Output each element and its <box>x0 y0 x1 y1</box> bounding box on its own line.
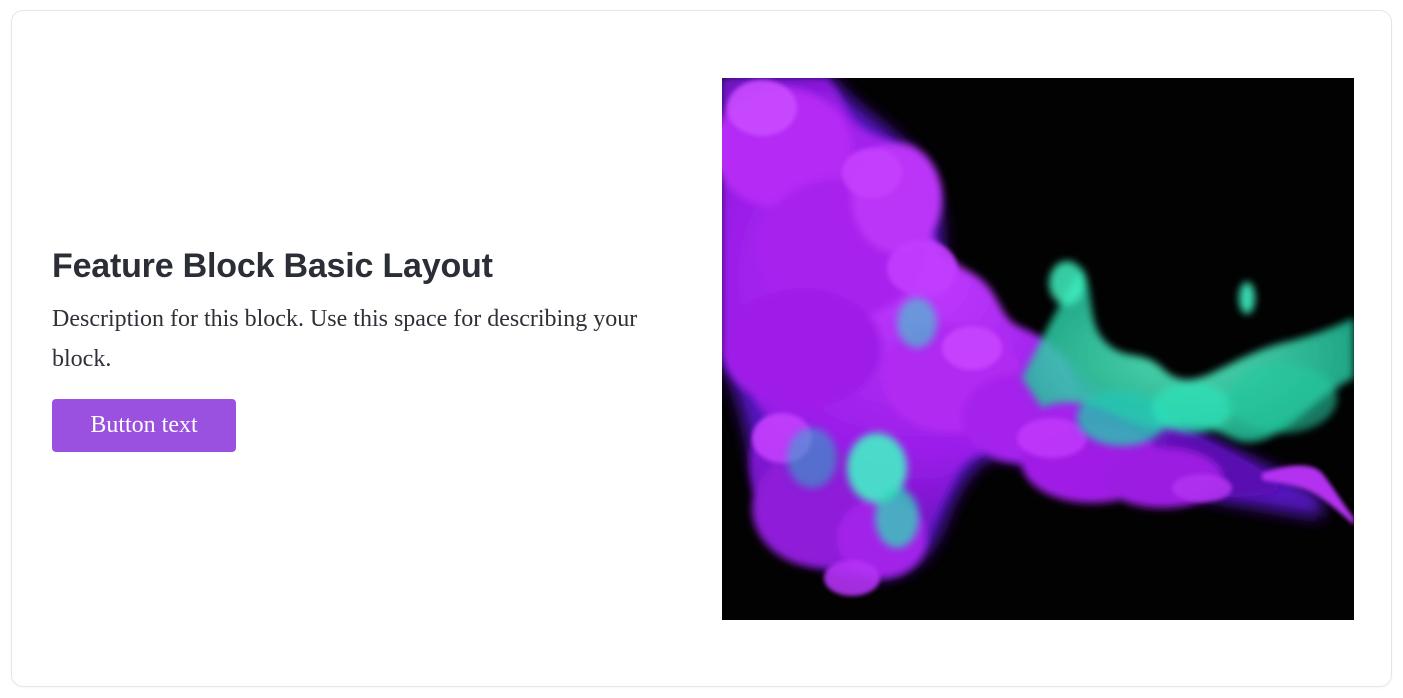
ink-smoke-illustration <box>722 78 1354 620</box>
feature-block-description: Description for this block. Use this spa… <box>52 306 638 372</box>
feature-block-image <box>722 78 1354 620</box>
feature-block-title: Feature Block Basic Layout <box>52 247 493 285</box>
feature-block-card: Feature Block Basic Layout Description f… <box>11 10 1392 687</box>
feature-block-button[interactable]: Button text <box>52 399 236 452</box>
feature-block-content: Feature Block Basic Layout Description f… <box>52 245 692 452</box>
